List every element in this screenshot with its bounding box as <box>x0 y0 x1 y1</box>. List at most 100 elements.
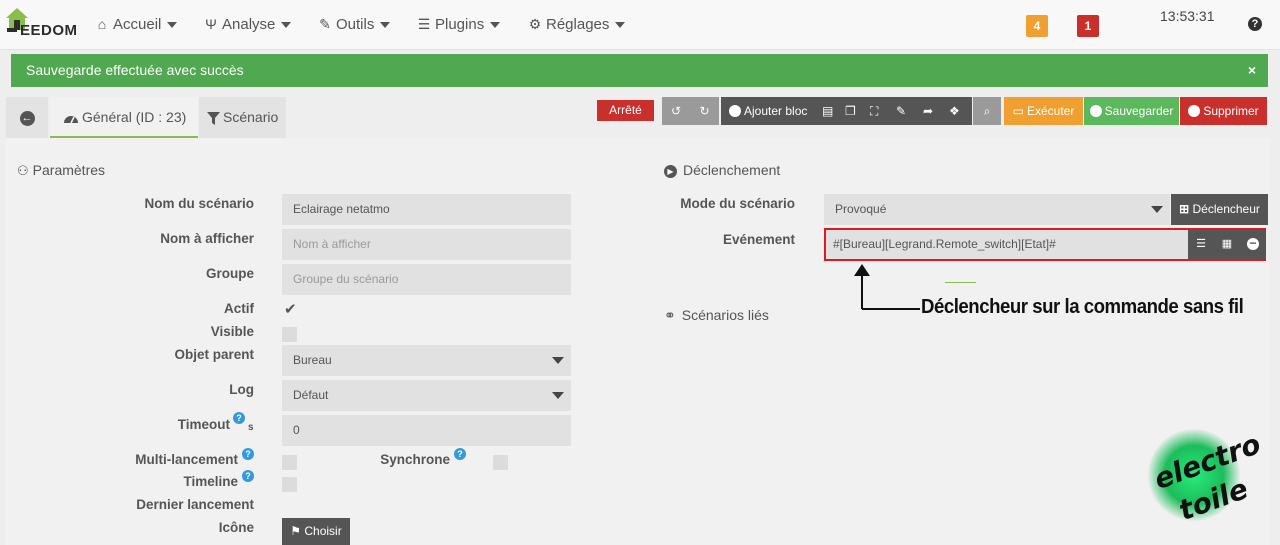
mode-select[interactable]: Provoqué <box>824 194 1170 225</box>
tab-scenario[interactable]: Scénario <box>199 97 286 138</box>
save-button[interactable]: Sauvegarder <box>1084 97 1179 125</box>
copy-icon[interactable]: ❐ <box>845 97 856 125</box>
stethoscope-icon: Ψ <box>205 16 217 32</box>
sync-checkbox[interactable] <box>493 455 508 470</box>
help-icon[interactable]: ? <box>1248 17 1262 31</box>
add-trigger-button[interactable]: ⊞ Déclencheur <box>1171 194 1268 225</box>
caret-down-icon <box>615 22 626 29</box>
name-input[interactable]: Eclairage netatmo <box>282 194 571 225</box>
tab-general[interactable]: Général (ID : 23) <box>50 97 198 138</box>
calculator-icon[interactable]: ▦ <box>1214 230 1240 259</box>
question-icon[interactable]: ? <box>233 412 245 424</box>
nav-accueil[interactable]: ⌂ Accueil <box>94 16 178 33</box>
visible-checkbox[interactable] <box>282 327 297 342</box>
list-icon[interactable]: ☰ <box>1188 230 1214 259</box>
gear-icon: ⚙ <box>528 16 542 32</box>
caret-down-icon <box>552 357 564 364</box>
minus-circle-icon[interactable]: − <box>1240 230 1266 259</box>
multi-launch-checkbox[interactable] <box>282 455 297 470</box>
clock: 13:53:31 <box>1160 8 1215 24</box>
redo-icon: ↻ <box>699 104 710 118</box>
cubes-icon[interactable]: ❖ <box>949 97 960 125</box>
tab-scenario-label: Scénario <box>223 109 279 125</box>
active-label: Actif <box>224 301 254 316</box>
nav-analyse[interactable]: Ψ Analyse <box>203 16 292 33</box>
share-icon[interactable]: ➦ <box>923 97 933 125</box>
delete-button[interactable]: Supprimer <box>1180 97 1267 125</box>
execute-button[interactable]: ▭ Exécuter <box>1004 97 1083 125</box>
caret-down-icon <box>490 22 501 29</box>
plus-circle-icon <box>729 104 741 117</box>
event-input[interactable]: #[Bureau][Legrand.Remote_switch][Etat]# <box>833 230 1056 259</box>
success-alert: Sauvegarde effectuée avec succès × <box>11 54 1268 87</box>
caret-down-icon <box>1151 206 1163 213</box>
back-tab[interactable]: ← <box>6 97 48 138</box>
multi-launch-label: Multi-lancement <box>135 452 238 467</box>
logo-text: EEDOM <box>20 22 78 39</box>
nav-reglages[interactable]: ⚙ Réglages <box>527 16 626 33</box>
edit-icon[interactable]: ✎ <box>896 97 906 125</box>
mode-label: Mode du scénario <box>680 196 795 211</box>
add-block-label: Ajouter bloc <box>744 104 808 118</box>
display-name-input[interactable]: Nom à afficher <box>282 229 571 260</box>
add-trigger-label: Déclencheur <box>1192 202 1260 216</box>
status-badge: Arrêté <box>597 100 654 121</box>
minus-circle-icon <box>1188 104 1201 117</box>
nav-plugins-label: Plugins <box>435 16 485 33</box>
divider <box>945 282 976 283</box>
nav-outils[interactable]: ✎ Outils <box>317 16 391 33</box>
home-icon: ⌂ <box>97 16 107 32</box>
question-icon[interactable]: ? <box>242 470 254 482</box>
alert-badge[interactable]: 1 <box>1077 15 1099 37</box>
close-icon[interactable]: × <box>1248 54 1256 87</box>
warning-badge[interactable]: 4 <box>1026 15 1048 37</box>
caret-down-icon <box>167 22 178 29</box>
expand-icon[interactable]: ⛶ <box>870 97 878 125</box>
nav-plugins[interactable]: ☰ Plugins <box>416 16 501 33</box>
sync-label: Synchrone <box>380 452 450 467</box>
parent-object-select[interactable]: Bureau <box>282 345 571 376</box>
log-select[interactable]: Défaut <box>282 380 571 411</box>
jeedom-logo[interactable]: EEDOM <box>4 6 78 40</box>
electrotoile-watermark: electro toile <box>1130 415 1280 545</box>
nav-reglages-label: Réglages <box>546 16 610 33</box>
choose-label: Choisir <box>304 524 342 538</box>
caret-down-icon <box>380 22 391 29</box>
parent-object-value: Bureau <box>293 353 332 367</box>
delete-label: Supprimer <box>1203 104 1259 118</box>
timeline-checkbox[interactable] <box>282 477 297 492</box>
save-label: Sauvegarder <box>1104 104 1174 118</box>
link-icon: ⚭ <box>664 307 676 323</box>
log-label: Log <box>229 382 254 397</box>
group-input[interactable]: Groupe du scénario <box>282 264 571 295</box>
tab-general-label: Général (ID : 23) <box>82 109 187 125</box>
redo-button[interactable]: ↻ <box>690 97 719 125</box>
nav-accueil-label: Accueil <box>113 16 162 33</box>
choose-icon-button[interactable]: ⚑ Choisir <box>282 518 350 545</box>
visible-label: Visible <box>210 324 254 339</box>
trigger-section-title: ▶ Déclenchement <box>664 162 780 178</box>
add-block-button[interactable]: Ajouter bloc <box>729 97 807 125</box>
question-icon[interactable]: ? <box>242 448 254 460</box>
mode-value: Provoqué <box>835 202 887 216</box>
timeout-input[interactable]: 0 <box>282 415 571 446</box>
undo-button[interactable]: ↺ <box>662 97 690 125</box>
wrench-icon: ✎ <box>319 16 331 32</box>
display-name-label: Nom à afficher <box>160 231 254 246</box>
trigger-title: Déclenchement <box>683 162 781 178</box>
caret-down-icon <box>281 22 292 29</box>
nav-outils-label: Outils <box>336 16 375 33</box>
play-circle-icon: ▶ <box>664 165 677 178</box>
linked-section-title: ⚭ Scénarios liés <box>664 307 769 324</box>
users-icon: ⚇ <box>17 163 29 178</box>
active-checkbox[interactable]: ✔ <box>282 301 297 319</box>
file-icon[interactable]: ▤ <box>822 97 833 125</box>
event-label: Evénement <box>722 232 795 247</box>
search-button[interactable]: ⌕ <box>973 97 1001 125</box>
search-icon: ⌕ <box>983 104 991 118</box>
question-icon[interactable]: ? <box>454 448 466 460</box>
annotation-text: Déclencheur sur la commande sans fil <box>921 296 1244 318</box>
arrow-left-icon: ← <box>19 110 35 126</box>
parent-object-label: Objet parent <box>174 347 254 362</box>
log-value: Défaut <box>293 388 329 402</box>
